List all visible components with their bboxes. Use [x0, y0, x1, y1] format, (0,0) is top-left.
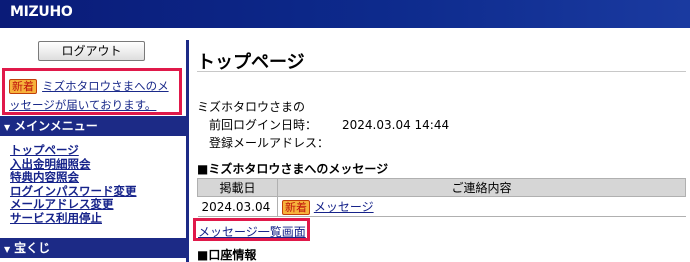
new-badge: 新着 [282, 200, 310, 215]
email-label: 登録メールアドレス： [209, 136, 330, 150]
table-row: 2024.03.04 新着 メッセージ [197, 196, 686, 217]
account-section-title: ■口座情報 [197, 248, 257, 262]
menu-item-change-password[interactable]: ログインパスワード変更 [10, 184, 137, 199]
main-menu-header: ▼ メインメニュー [0, 116, 186, 136]
new-badge: 新着 [9, 79, 37, 94]
menu-item-top-page[interactable]: トップページ [10, 143, 137, 158]
lottery-menu-title: 宝くじ [14, 241, 51, 255]
main-content: トップページ ミズホタロウさまの 前回ログイン日時： 2024.03.04 14… [189, 28, 690, 262]
new-message-notice[interactable]: 新着 ミズホタロウさまへのメッセージが届いております。 [2, 68, 182, 115]
top-header: MIZUHO [0, 0, 690, 28]
menu-item-change-email[interactable]: メールアドレス変更 [10, 198, 137, 212]
message-list-link[interactable]: メッセージ一覧画面 [198, 225, 306, 239]
email-row: 登録メールアドレス： [197, 134, 449, 152]
main-menu-list: トップページ 入出金明細照会 特典内容照会 ログインパスワード変更 メールアドレ… [10, 143, 137, 226]
main-menu-title: メインメニュー [14, 119, 98, 133]
last-login-row: 前回ログイン日時： 2024.03.04 14:44 [197, 116, 449, 134]
menu-item-transaction-history[interactable]: 入出金明細照会 [10, 157, 137, 172]
lottery-menu-header[interactable]: ▼ 宝くじ [0, 238, 186, 258]
message-link[interactable]: メッセージ [314, 200, 374, 214]
sidebar: ログアウト 新着 ミズホタロウさまへのメッセージが届いております。 ▼ メインメニ… [0, 28, 186, 262]
message-date: 2024.03.04 [197, 196, 278, 217]
message-content-cell: 新着 メッセージ [277, 196, 686, 217]
message-list-link-box[interactable]: メッセージ一覧画面 [193, 218, 310, 241]
logout-button[interactable]: ログアウト [38, 41, 145, 61]
login-info: ミズホタロウさまの 前回ログイン日時： 2024.03.04 14:44 登録メ… [197, 98, 449, 152]
mizuho-logo: MIZUHO [10, 4, 73, 20]
messages-table: 掲載日 ご連絡内容 2024.03.04 新着 メッセージ [197, 178, 686, 217]
greeting: ミズホタロウさまの [197, 100, 306, 114]
triangle-down-icon: ▼ [4, 245, 11, 254]
menu-item-benefits[interactable]: 特典内容照会 [10, 171, 137, 185]
last-login-label: 前回ログイン日時： [209, 118, 318, 132]
triangle-down-icon: ▼ [4, 123, 11, 132]
table-header-row: 掲載日 ご連絡内容 [197, 178, 686, 197]
column-header-date: 掲載日 [197, 178, 278, 197]
messages-section-title: ■ミズホタロウさまへのメッセージ [197, 162, 389, 176]
column-header-content: ご連絡内容 [277, 178, 686, 197]
title-divider [197, 71, 686, 72]
menu-item-stop-service[interactable]: サービス利用停止 [10, 211, 137, 226]
last-login-value: 2024.03.04 14:44 [342, 118, 450, 132]
